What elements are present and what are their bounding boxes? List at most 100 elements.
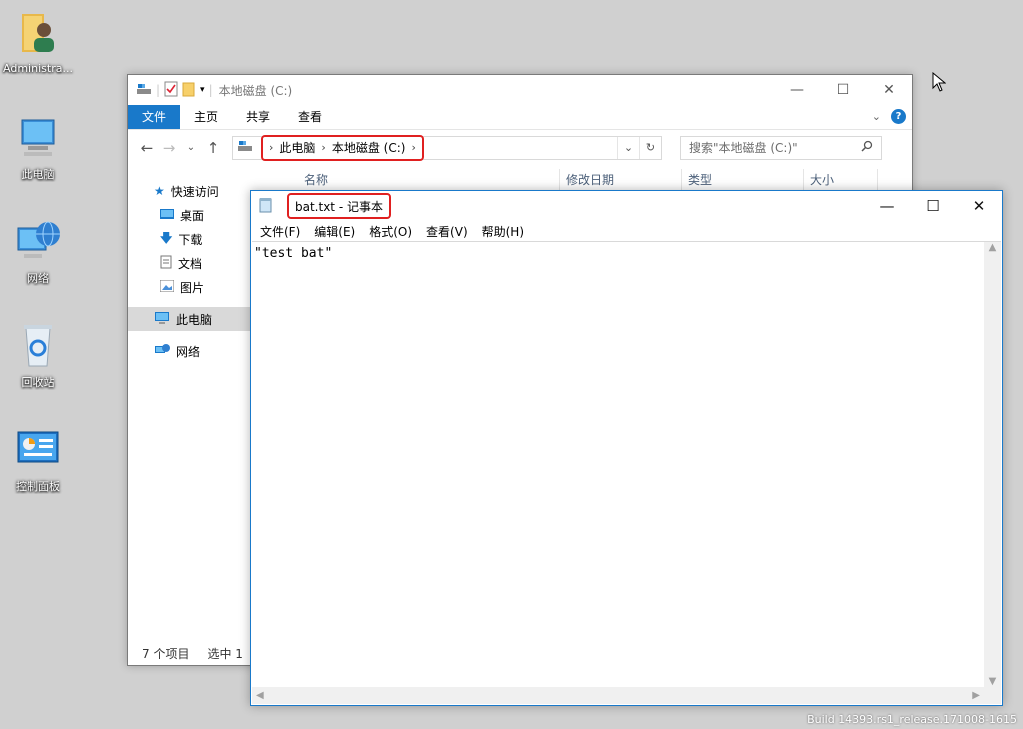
desktop-icon-network[interactable]: 网络: [0, 218, 76, 286]
item-count: 7 个项目: [142, 646, 190, 661]
download-arrow-icon: 🡇: [160, 230, 173, 245]
notepad-text-area[interactable]: "test bat" ▲ ▼ ◀ ▶: [252, 241, 1001, 704]
star-icon: ★: [154, 184, 165, 198]
nav-label: 桌面: [180, 208, 205, 223]
help-icon[interactable]: ?: [891, 109, 906, 124]
menu-format[interactable]: 格式(O): [362, 223, 419, 240]
explorer-titlebar[interactable]: | ▾ | 本地磁盘 (C:) — ☐ ✕: [128, 75, 912, 105]
desktop-icon-control-panel[interactable]: 控制面板: [0, 426, 76, 494]
desktop-icon-user-folder[interactable]: Administra...: [0, 10, 76, 75]
explorer-maximize-button[interactable]: ☐: [820, 75, 866, 105]
breadcrumb-chevron-icon[interactable]: ›: [411, 141, 415, 154]
nav-label: 快速访问: [170, 184, 219, 199]
back-arrow-icon[interactable]: ←: [136, 139, 158, 157]
menu-edit[interactable]: 编辑(E): [307, 223, 362, 240]
nav-label: 文档: [178, 256, 203, 271]
scroll-down-icon[interactable]: ▼: [989, 676, 997, 687]
nav-network[interactable]: 网络: [128, 339, 250, 363]
up-arrow-icon[interactable]: ↑: [202, 139, 224, 157]
search-placeholder: 搜索"本地磁盘 (C:)": [689, 141, 798, 155]
user-folder-icon: [14, 10, 62, 58]
desktop-icon-label: 控制面板: [16, 480, 60, 493]
forward-arrow-icon[interactable]: →: [158, 139, 180, 157]
notepad-maximize-button[interactable]: ☐: [910, 191, 956, 221]
nav-label: 网络: [176, 344, 201, 359]
desktop-icon-label: 网络: [27, 272, 49, 285]
desktop-icon-this-pc[interactable]: 此电脑: [0, 114, 76, 182]
refresh-icon[interactable]: ↻: [639, 136, 661, 159]
desktop-icon-label: Administra...: [3, 62, 73, 75]
nav-label: 图片: [180, 280, 205, 295]
nav-downloads[interactable]: 🡇 下载: [128, 227, 250, 251]
document-icon: [160, 255, 172, 272]
properties-icon[interactable]: [164, 81, 178, 100]
tab-view[interactable]: 查看: [284, 105, 336, 129]
column-header-name[interactable]: 名称: [250, 169, 560, 191]
address-row: ← → ⌄ ↑ › 此电脑 › 本地磁盘 (C:) › ⌄ ↻ 搜索"本地磁盘 …: [128, 129, 912, 165]
tab-file[interactable]: 文件: [128, 105, 181, 129]
address-dropdown-icon[interactable]: ⌄: [617, 136, 639, 159]
notepad-title: bat.txt - 记事本: [295, 199, 383, 214]
nav-pictures[interactable]: 图片: [128, 275, 250, 299]
scroll-up-icon[interactable]: ▲: [989, 242, 997, 253]
menu-view[interactable]: 查看(V): [419, 223, 475, 240]
menu-help[interactable]: 帮助(H): [475, 223, 531, 240]
notepad-minimize-button[interactable]: —: [864, 191, 910, 221]
computer-icon: [14, 114, 62, 162]
scroll-left-icon[interactable]: ◀: [256, 690, 264, 701]
ribbon-tabs: 文件 主页 共享 查看 ⌄ ?: [128, 105, 912, 129]
column-headers: 名称 修改日期 类型 大小: [250, 169, 912, 191]
quick-access-toolbar: | ▾ |: [136, 81, 213, 100]
tab-share[interactable]: 共享: [232, 105, 284, 129]
notepad-titlebar[interactable]: bat.txt - 记事本 — ☐ ✕: [251, 191, 1002, 221]
desktop-icon-label: 此电脑: [21, 168, 55, 181]
menu-file[interactable]: 文件(F): [253, 223, 307, 240]
explorer-close-button[interactable]: ✕: [866, 75, 912, 105]
computer-icon: [154, 311, 170, 328]
notepad-close-button[interactable]: ✕: [956, 191, 1002, 221]
breadcrumb-chevron-icon[interactable]: ›: [269, 141, 273, 154]
nav-quick-access[interactable]: ★ 快速访问: [128, 179, 250, 203]
selection-count: 选中 1: [207, 646, 243, 661]
notepad-icon: [259, 197, 273, 216]
nav-documents[interactable]: 文档: [128, 251, 250, 275]
new-folder-icon[interactable]: [182, 81, 196, 100]
mouse-cursor-icon: [932, 71, 947, 95]
status-bar: 7 个项目 选中 1: [128, 641, 243, 665]
customize-dropdown-icon[interactable]: ▾: [200, 85, 205, 95]
notepad-content[interactable]: "test bat": [254, 246, 332, 261]
column-header-modified[interactable]: 修改日期: [560, 169, 682, 191]
column-header-size[interactable]: 大小: [804, 169, 878, 191]
breadcrumb: › 此电脑 › 本地磁盘 (C:) ›: [261, 134, 424, 161]
resize-grip[interactable]: [984, 687, 1001, 704]
desktop-icon-recycle-bin[interactable]: 回收站: [0, 322, 76, 390]
search-icon: [861, 140, 873, 155]
notepad-window[interactable]: bat.txt - 记事本 — ☐ ✕ 文件(F) 编辑(E) 格式(O) 查看…: [250, 190, 1003, 706]
recent-locations-icon[interactable]: ⌄: [180, 142, 202, 153]
vertical-scrollbar[interactable]: ▲ ▼: [984, 242, 1001, 687]
breadcrumb-this-pc[interactable]: 此电脑: [279, 139, 315, 156]
tab-home[interactable]: 主页: [180, 105, 232, 129]
scroll-right-icon[interactable]: ▶: [972, 690, 980, 701]
explorer-title: 本地磁盘 (C:): [218, 83, 293, 98]
control-panel-icon: [14, 426, 62, 474]
nav-this-pc[interactable]: 此电脑: [128, 307, 250, 331]
nav-desktop[interactable]: 桌面: [128, 203, 250, 227]
breadcrumb-chevron-icon[interactable]: ›: [321, 141, 325, 154]
picture-icon: [159, 279, 175, 295]
explorer-minimize-button[interactable]: —: [774, 75, 820, 105]
breadcrumb-local-disk[interactable]: 本地磁盘 (C:): [332, 139, 406, 156]
desktop-icon-label: 回收站: [21, 376, 55, 389]
ribbon-expand-icon[interactable]: ⌄: [872, 110, 881, 123]
drive-icon: [136, 82, 152, 99]
search-input[interactable]: 搜索"本地磁盘 (C:)": [680, 135, 882, 160]
address-bar[interactable]: › 此电脑 › 本地磁盘 (C:) › ⌄ ↻: [232, 134, 662, 161]
nav-label: 下载: [178, 232, 203, 247]
network-globe-icon: [14, 218, 62, 266]
horizontal-scrollbar[interactable]: ◀ ▶: [252, 687, 984, 704]
build-watermark: Build 14393.rs1_release.171008-1615: [807, 713, 1017, 726]
notepad-title-highlight: bat.txt - 记事本: [287, 193, 391, 219]
notepad-menu-bar: 文件(F) 编辑(E) 格式(O) 查看(V) 帮助(H): [251, 221, 1002, 241]
desktop-folder-icon: [160, 208, 174, 223]
column-header-type[interactable]: 类型: [682, 169, 804, 191]
